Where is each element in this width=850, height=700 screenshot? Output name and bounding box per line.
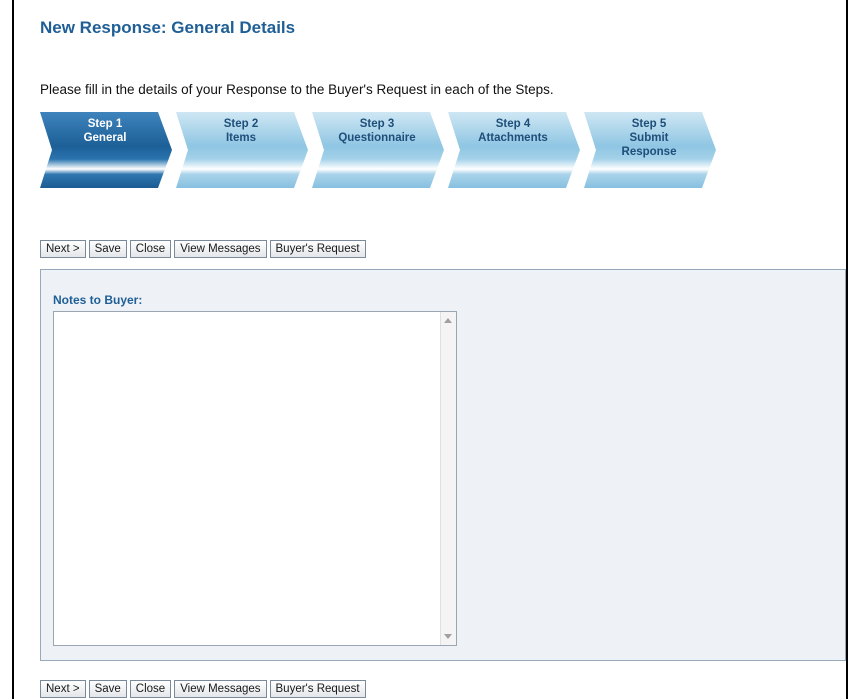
toolbar-top: Next > Save Close View Messages Buyer's Requ…	[40, 240, 369, 260]
step-2-label: Step 2 Items	[223, 118, 259, 144]
step-4-label: Step 4 Attachments	[478, 118, 548, 144]
notes-field-frame	[53, 311, 457, 646]
step-wizard: Step 1 General Step 2 Items Step 3 Quest…	[40, 112, 720, 192]
step-3-questionnaire[interactable]: Step 3 Questionnaire	[312, 112, 447, 188]
toolbar-bottom: Next > Save Close View Messages Buyer's Requ…	[40, 680, 369, 700]
view-messages-button[interactable]: View Messages	[174, 240, 267, 258]
close-button[interactable]: Close	[129, 240, 172, 258]
buyers-request-button-bottom[interactable]: Buyer's Request	[269, 680, 366, 698]
notes-to-buyer-textarea[interactable]	[54, 312, 440, 645]
scroll-up-arrow-icon[interactable]	[444, 318, 452, 323]
step-3-label: Step 3 Questionnaire	[338, 118, 416, 144]
page-title: New Response: General Details	[40, 18, 296, 37]
save-button[interactable]: Save	[88, 240, 127, 258]
step-2-items[interactable]: Step 2 Items	[176, 112, 311, 188]
buyers-request-button[interactable]: Buyer's Request	[269, 240, 366, 258]
next-button[interactable]: Next >	[40, 240, 86, 258]
next-button-bottom[interactable]: Next >	[40, 680, 86, 698]
step-1-general[interactable]: Step 1 General	[40, 112, 175, 188]
step-5-submit-response[interactable]: Step 5 Submit Response	[584, 112, 719, 188]
notes-label: Notes to Buyer:	[53, 293, 143, 307]
save-button-bottom[interactable]: Save	[88, 680, 127, 698]
scroll-down-arrow-icon[interactable]	[444, 634, 452, 639]
close-button-bottom[interactable]: Close	[129, 680, 172, 698]
step-5-label: Step 5 Submit Response	[621, 118, 677, 158]
view-messages-button-bottom[interactable]: View Messages	[174, 680, 267, 698]
notes-panel: Notes to Buyer:	[40, 269, 846, 661]
step-1-label: Step 1 General	[83, 118, 127, 144]
page-frame: New Response: General Details Please fil…	[12, 0, 848, 699]
notes-scrollbar[interactable]	[440, 312, 456, 645]
intro-text: Please fill in the details of your Respo…	[40, 82, 554, 97]
step-4-attachments[interactable]: Step 4 Attachments	[448, 112, 583, 188]
